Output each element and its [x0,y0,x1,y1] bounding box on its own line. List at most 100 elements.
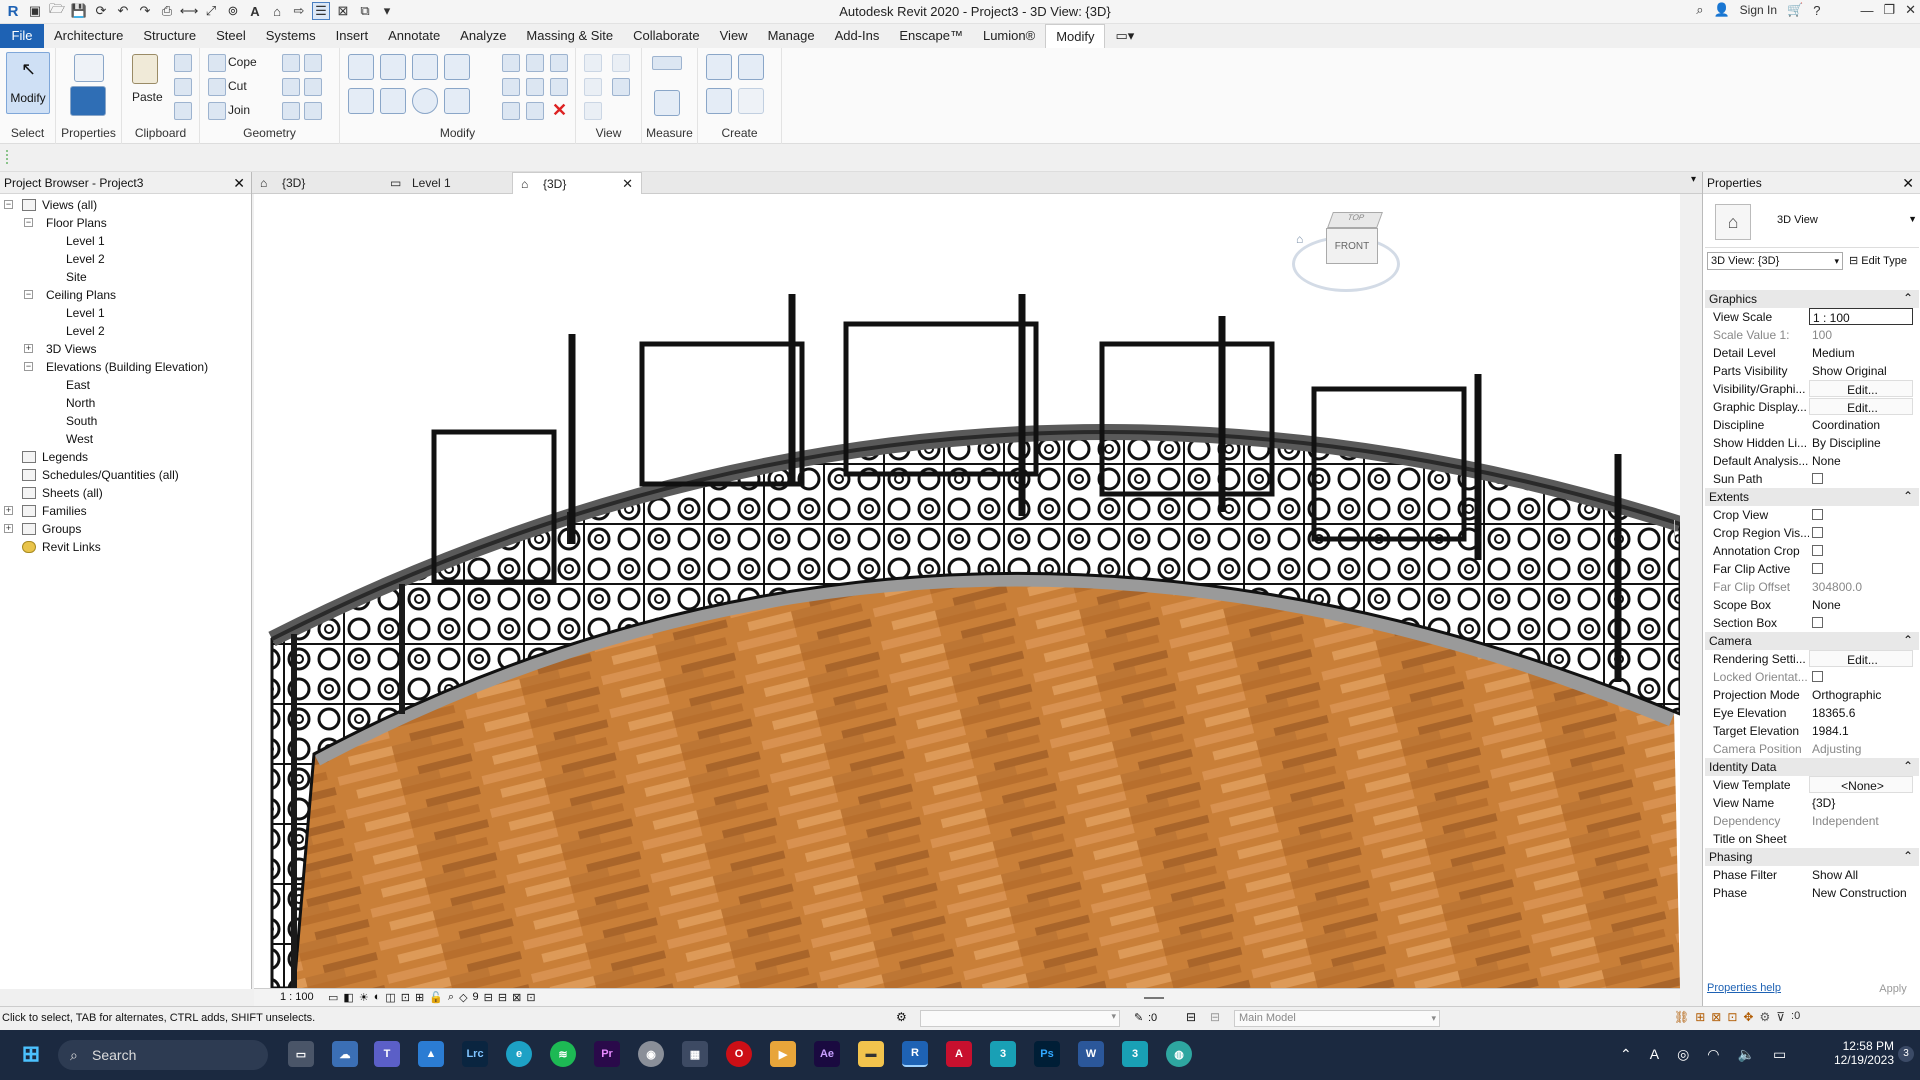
opera-icon[interactable]: O [726,1041,752,1067]
cut-icon[interactable] [174,54,192,72]
trim-multiple-icon[interactable] [526,102,544,120]
select-by-face-icon[interactable]: ⊡ [1727,1010,1737,1024]
type-dropdown-icon[interactable]: ▼ [1908,214,1917,224]
beam-column-joins-icon[interactable] [282,102,300,120]
offset-icon[interactable] [380,54,406,80]
property-value[interactable]: {3D} [1809,794,1913,811]
3d-model-view[interactable] [254,194,1680,988]
photoshop-icon[interactable]: Ps [1034,1041,1060,1067]
match-properties-icon[interactable] [174,102,192,120]
mirror-draw-axis-icon[interactable] [444,54,470,80]
design-option-dropdown[interactable]: Main Model ▾ [1234,1010,1440,1027]
minimize-icon[interactable]: — [1860,3,1873,18]
property-checkbox[interactable] [1812,527,1823,538]
linework-icon[interactable] [584,78,602,96]
collapse-icon[interactable]: − [24,290,33,299]
tree-floor-plans[interactable]: − Floor Plans [0,214,251,232]
group-phasing[interactable]: Phasing [1705,847,1919,866]
tab-collaborate[interactable]: Collaborate [623,24,710,48]
premiere-icon[interactable]: Pr [594,1041,620,1067]
tree-sheets[interactable]: Sheets (all) [0,484,251,502]
select-panel-label[interactable]: Select [0,126,55,140]
tree-floor-level-1[interactable]: Level 1 [0,232,251,250]
edge-icon[interactable]: e [506,1041,532,1067]
mirror-pick-axis-icon[interactable] [412,54,438,80]
temporary-hide-icon[interactable]: ⌕ [448,991,454,1004]
cut-geometry-icon[interactable] [208,78,226,96]
tab-menu-icon[interactable]: ▾ [1691,174,1696,185]
create-group-icon[interactable] [706,88,732,114]
hide-element-icon[interactable] [584,54,602,72]
property-value[interactable]: None [1809,452,1913,469]
unlocked-3d-view-icon[interactable]: 🔓 [429,991,443,1004]
tab-steel[interactable]: Steel [206,24,256,48]
property-value[interactable] [1809,506,1913,523]
expand-icon[interactable]: + [24,344,33,353]
start-icon[interactable]: ⊞ [18,1041,44,1067]
tree-floor-level-2[interactable]: Level 2 [0,250,251,268]
trim-single-icon[interactable] [502,102,520,120]
search-icon[interactable]: ⌕ [1696,2,1703,18]
tree-3d-views[interactable]: +3D Views [0,340,251,358]
select-links-icon[interactable]: ⛓ [1674,1010,1689,1024]
show-crop-region-icon[interactable]: ⊞ [415,991,424,1004]
detail-level-icon[interactable]: ▭ [328,991,338,1004]
scale-icon[interactable] [526,78,544,96]
3ds-max-icon[interactable]: 3 [990,1041,1016,1067]
lightroom-classic-icon[interactable]: Lrc [462,1041,488,1067]
disk-utility-icon[interactable]: ◉ [638,1041,664,1067]
property-checkbox[interactable] [1812,473,1823,484]
wall-joins-icon[interactable] [282,54,300,72]
create-parts-icon[interactable] [738,54,764,80]
properties-icon[interactable] [70,86,106,116]
property-checkbox[interactable] [1812,671,1823,682]
property-value[interactable]: <None> [1809,776,1913,793]
property-value[interactable]: Edit... [1809,380,1913,397]
cope-icon[interactable] [208,54,226,72]
override-graphics-icon[interactable] [612,54,630,72]
property-value[interactable]: Show Original [1809,362,1913,379]
user-icon[interactable]: 👤 [1713,2,1729,18]
create-assembly-icon[interactable] [706,54,732,80]
select-underlay-icon[interactable]: ⊞ [1695,1010,1705,1024]
notification-badge[interactable]: 3 [1898,1046,1914,1062]
property-value[interactable]: Adjusting [1809,740,1913,757]
property-value[interactable]: None [1809,596,1913,613]
viewcube[interactable]: TOP FRONT ⌂ [1290,202,1402,302]
tab-manage[interactable]: Manage [758,24,825,48]
tree-elevation-north[interactable]: North [0,394,251,412]
collapse-icon[interactable]: − [24,218,33,227]
cart-icon[interactable]: 🛒 [1787,2,1803,18]
align-icon[interactable] [348,54,374,80]
task-view-icon[interactable]: ▭ [288,1041,314,1067]
property-value[interactable]: Edit... [1809,650,1913,667]
property-checkbox[interactable] [1812,509,1823,520]
navigation-bar-toggle[interactable] [1674,520,1680,542]
tree-families[interactable]: + Families [0,502,251,520]
delete-icon[interactable]: ✕ [552,100,567,121]
select-pinned-icon[interactable]: ⊠ [1711,1010,1721,1024]
worksharing-display-icon[interactable]: ⊟ [484,991,493,1004]
unpin-icon[interactable] [550,54,568,72]
property-checkbox[interactable] [1812,617,1823,628]
split-face-icon[interactable] [304,54,322,72]
property-value[interactable]: Edit... [1809,398,1913,415]
property-value[interactable] [1809,560,1913,577]
property-checkbox[interactable] [1812,563,1823,574]
property-value[interactable]: 18365.6 [1809,704,1913,721]
properties-close-icon[interactable]: ✕ [1902,172,1914,194]
revit-taskbar-icon[interactable]: R [902,1041,928,1067]
tree-ceiling-plans[interactable]: − Ceiling Plans [0,286,251,304]
viewcube-home-icon[interactable]: ⌂ [1296,232,1303,246]
tree-elevation-west[interactable]: West [0,430,251,448]
temporary-view-properties-icon[interactable]: ⊟ [498,991,507,1004]
tree-ceiling-level-1[interactable]: Level 1 [0,304,251,322]
copy-element-icon[interactable] [380,88,406,114]
tree-floor-site[interactable]: Site [0,268,251,286]
modify-button[interactable]: ↖ Modify [6,52,50,114]
battery-icon[interactable]: ▭ [1773,1046,1786,1063]
restore-icon[interactable]: ❐ [1883,2,1895,18]
filter-icon[interactable]: ⊽ [1776,1010,1785,1024]
paste-icon[interactable] [132,54,158,84]
property-value[interactable]: 1984.1 [1809,722,1913,739]
